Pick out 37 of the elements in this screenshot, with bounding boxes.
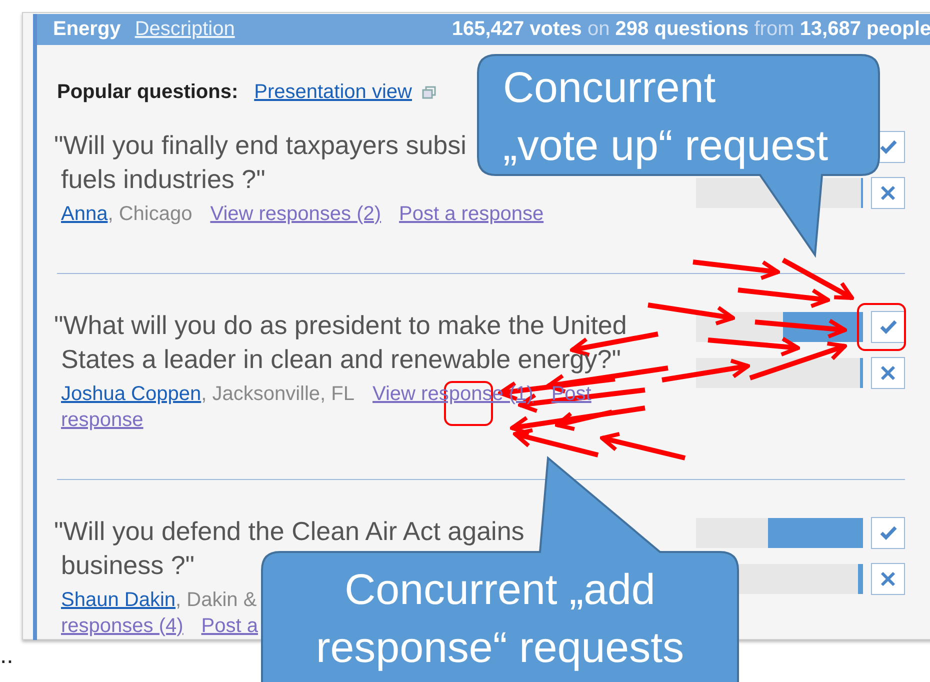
response-link[interactable]: Post a	[201, 613, 258, 639]
presentation-view-link[interactable]: Presentation view	[254, 80, 412, 104]
question-text: "Will you defend the Clean Air Act agains	[54, 515, 524, 548]
response-link[interactable]: View responses (2)	[210, 201, 382, 227]
vote-down-button[interactable]	[871, 357, 905, 389]
close-icon	[880, 185, 896, 201]
highlight-frame	[857, 303, 906, 351]
category-title: Energy	[53, 18, 121, 41]
author-link[interactable]: Joshua Coppen	[61, 381, 202, 407]
popup-window-icon	[422, 86, 436, 98]
vote-stats: 165,427 votes on 298 questions from 13,687 people	[452, 18, 930, 41]
location-text: , Chicago	[108, 202, 192, 227]
callout-text: Concurrent „vote up“ request	[503, 63, 828, 172]
vote-down-button[interactable]	[871, 563, 905, 595]
callout-text: Concurrent „add response“ requests	[316, 565, 684, 674]
question-text: fuels industries ?"	[60, 163, 266, 196]
vote-up-button[interactable]	[871, 311, 905, 343]
check-icon	[880, 526, 896, 540]
question-text: "What will you do as president to make the United	[54, 309, 627, 342]
question-text: business ?"	[60, 549, 196, 582]
close-icon	[880, 365, 896, 381]
check-icon	[880, 320, 896, 334]
check-icon	[880, 140, 896, 154]
location-text: , Jacksonville, FL	[201, 382, 354, 407]
question-text: States a leader in clean and renewable energy?"	[60, 343, 622, 376]
author-link[interactable]: Anna	[61, 201, 108, 227]
description-link[interactable]: Description	[134, 18, 235, 41]
response-link[interactable]: Post a response	[399, 201, 544, 227]
ellipsis-text: ..	[0, 642, 14, 670]
section-label: Popular questions:	[57, 80, 238, 104]
vote-down-button[interactable]	[871, 177, 905, 209]
vote-up-button[interactable]	[871, 517, 905, 549]
location-text: , Dakin &	[176, 588, 257, 613]
close-icon	[880, 571, 896, 587]
author-link[interactable]: Shaun Dakin	[61, 587, 176, 613]
response-link[interactable]: response	[61, 407, 144, 433]
response-link[interactable]: responses (4)	[61, 613, 184, 639]
